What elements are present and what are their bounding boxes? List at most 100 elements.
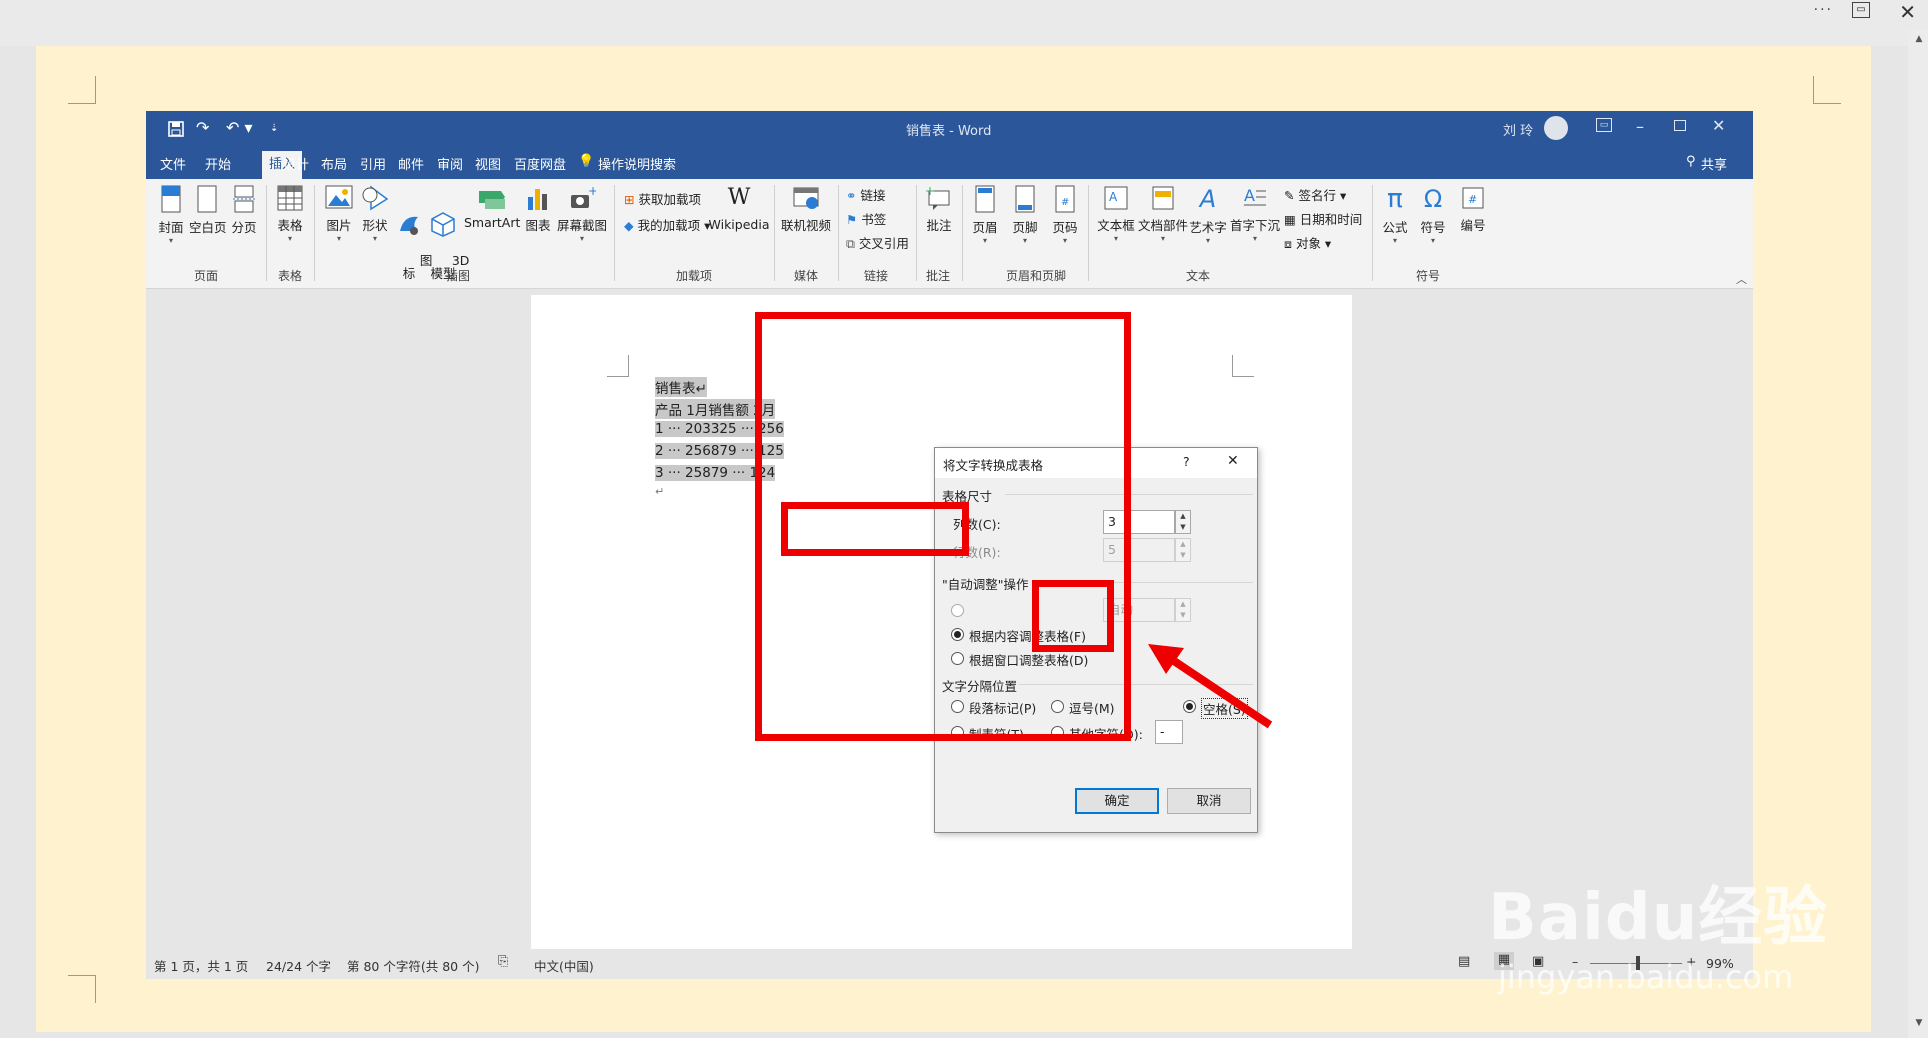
number-icon: # xyxy=(1462,187,1484,209)
new-comment-button[interactable]: + 批注 xyxy=(922,185,956,234)
cancel-button[interactable]: 取消 xyxy=(1167,788,1251,814)
close-icon[interactable]: ✕ xyxy=(1712,116,1725,135)
group-separator xyxy=(962,185,963,281)
group-separator xyxy=(1372,185,1373,281)
fixed-width-spinner[interactable]: ▲ ▼ xyxy=(1175,598,1191,622)
blank-page-icon xyxy=(197,185,217,213)
customize-qat-icon[interactable]: ⇣ xyxy=(270,123,278,134)
tab-mailings[interactable]: 邮件 xyxy=(398,154,424,173)
tab-layout[interactable]: 布局 xyxy=(321,154,347,173)
drop-cap-icon: A xyxy=(1244,186,1266,206)
columns-spinner[interactable]: ▲ ▼ xyxy=(1175,510,1191,534)
smartart-icon xyxy=(479,191,505,209)
wikipedia-icon: W xyxy=(727,185,751,210)
ribbon-display-icon[interactable]: ▭ xyxy=(1596,118,1612,132)
group-separator xyxy=(266,185,267,281)
symbol-button[interactable]: Ω 符号 ▾ xyxy=(1416,185,1450,245)
tab-view[interactable]: 视图 xyxy=(475,154,501,173)
page-number-button[interactable]: # 页码 ▾ xyxy=(1048,185,1082,245)
restore-window-icon[interactable]: ▭ xyxy=(1852,2,1870,18)
group-separator xyxy=(314,185,315,281)
ribbon: 封面 ▾ 空白页 分页 页面 表格 ▾ 表格 图片 ▾ 形状 ▾ 图 标 3D 模型 xyxy=(146,179,1753,289)
close-window-icon[interactable]: ✕ xyxy=(1899,0,1916,24)
wikipedia-button[interactable]: W Wikipedia xyxy=(708,185,770,232)
smartart-button[interactable]: SmartArt xyxy=(464,185,520,230)
cross-reference-icon: ⧉ xyxy=(846,236,855,251)
help-button[interactable]: ? xyxy=(1183,454,1190,469)
word-count[interactable]: 24/24 个字 xyxy=(266,956,331,975)
tab-design[interactable]: 设计 xyxy=(283,154,309,173)
screenshot-button[interactable]: + 屏幕截图 ▾ xyxy=(556,185,608,243)
read-mode-icon[interactable]: ▤ xyxy=(1458,954,1470,969)
tab-home[interactable]: 开始 xyxy=(205,154,231,173)
blank-page-button[interactable]: 空白页 xyxy=(189,185,227,236)
ok-button[interactable]: 确定 xyxy=(1075,788,1159,814)
share-button[interactable]: 共享 xyxy=(1701,154,1727,173)
tell-me-search[interactable]: 操作说明搜索 xyxy=(598,154,676,173)
minimize-icon[interactable]: – xyxy=(1636,117,1644,136)
maximize-icon[interactable] xyxy=(1674,120,1686,131)
header-icon xyxy=(975,185,995,213)
quick-parts-button[interactable]: 文档部件 ▾ xyxy=(1138,185,1188,243)
page-break-button[interactable]: 分页 xyxy=(229,185,259,236)
group-separator xyxy=(838,185,839,281)
text-box-button[interactable]: A 文本框 ▾ xyxy=(1096,185,1136,243)
chart-icon xyxy=(528,189,547,210)
date-time-button[interactable]: ▦ 日期和时间 xyxy=(1284,209,1362,228)
crop-mark xyxy=(1813,76,1841,104)
store-icon: ⊞ xyxy=(624,192,635,207)
red-arrow-icon xyxy=(1148,644,1273,729)
shapes-button[interactable]: 形状 ▾ xyxy=(358,185,392,243)
crop-mark xyxy=(68,76,96,104)
collapse-ribbon-icon[interactable]: ︿ xyxy=(1736,271,1747,287)
proofing-icon[interactable]: ⎘ xyxy=(498,954,508,969)
text-box-icon: A xyxy=(1104,186,1128,210)
group-label-comments: 批注 xyxy=(926,269,951,283)
group-label-header-footer: 页眉和页脚 xyxy=(1006,269,1067,283)
object-button[interactable]: ⧈ 对象 ▾ xyxy=(1284,233,1331,252)
link-button[interactable]: ⚭ 链接 xyxy=(846,185,885,204)
bookmark-icon: ⚑ xyxy=(846,212,858,227)
scroll-up-icon[interactable]: ▲ xyxy=(1912,32,1926,46)
cover-page-button[interactable]: 封面 ▾ xyxy=(156,185,186,245)
char-count[interactable]: 第 80 个字符(共 80 个) xyxy=(347,956,479,975)
header-button[interactable]: 页眉 ▾ xyxy=(968,185,1002,245)
dialog-close-button[interactable]: ✕ xyxy=(1227,453,1239,469)
host-top-bar xyxy=(0,0,1928,46)
comment-icon: + xyxy=(925,185,950,210)
save-icon[interactable] xyxy=(168,121,184,137)
tab-references[interactable]: 引用 xyxy=(360,154,386,173)
equation-button[interactable]: π 公式 ▾ xyxy=(1378,185,1412,245)
numbering-button[interactable]: # 编号 xyxy=(1456,185,1490,234)
cross-reference-button[interactable]: ⧉ 交叉引用 xyxy=(846,233,909,252)
more-options-icon[interactable]: ··· xyxy=(1814,2,1833,18)
wordart-button[interactable]: A 艺术字 ▾ xyxy=(1188,185,1228,245)
language[interactable]: 中文(中国) xyxy=(534,956,594,975)
get-addins-button[interactable]: ⊞ 获取加载项 xyxy=(624,189,701,208)
bookmark-button[interactable]: ⚑ 书签 xyxy=(846,209,886,228)
avatar[interactable] xyxy=(1544,116,1568,140)
chart-button[interactable]: 图表 xyxy=(522,185,554,234)
undo-icon[interactable]: ↶ ▾ xyxy=(226,118,253,137)
rows-spinner[interactable]: ▲ ▼ xyxy=(1175,538,1191,562)
addins-icon: ◆ xyxy=(624,218,634,233)
my-addins-button[interactable]: ◆ 我的加载项 ▾ xyxy=(624,215,710,234)
scroll-down-icon[interactable]: ▼ xyxy=(1912,1016,1926,1030)
redo-icon[interactable]: ↷ xyxy=(196,118,209,137)
drop-cap-button[interactable]: A 首字下沉 ▾ xyxy=(1230,185,1280,243)
page-count[interactable]: 第 1 页，共 1 页 xyxy=(154,956,248,975)
icons-button[interactable]: 图 标 xyxy=(396,185,432,280)
baidu-watermark-logo: Baidu经验 xyxy=(1488,881,1829,955)
user-name[interactable]: 刘 玲 xyxy=(1503,120,1533,139)
3d-models-button[interactable]: 3D 模型 xyxy=(428,185,469,280)
signature-line-button[interactable]: ✎ 签名行 ▾ xyxy=(1284,185,1346,204)
table-button[interactable]: 表格 ▾ xyxy=(274,185,306,243)
pictures-button[interactable]: 图片 ▾ xyxy=(322,185,356,243)
tab-baidu-netdisk[interactable]: 百度网盘 xyxy=(514,154,566,173)
online-video-button[interactable]: 联机视频 xyxy=(780,185,832,234)
footer-button[interactable]: 页脚 ▾ xyxy=(1008,185,1042,245)
tab-file[interactable]: 文件 xyxy=(160,154,186,173)
host-scrollbar[interactable] xyxy=(1908,30,1928,1038)
svg-text:A: A xyxy=(1244,186,1255,205)
tab-review[interactable]: 审阅 xyxy=(437,154,463,173)
